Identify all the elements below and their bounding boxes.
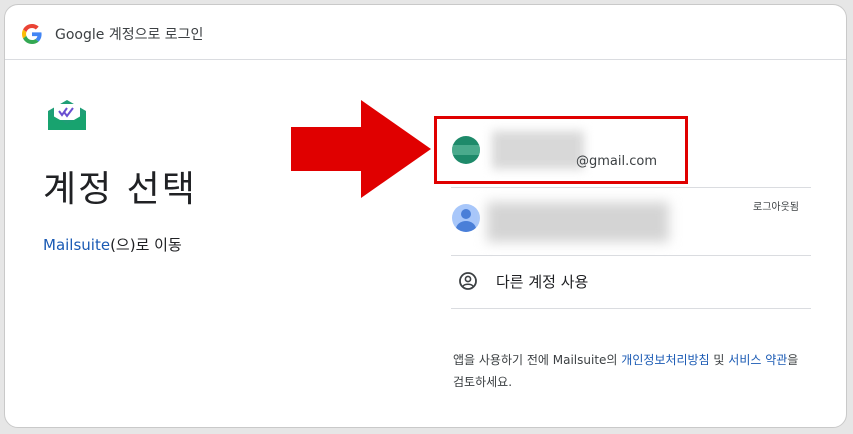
use-another-account-button[interactable]: 다른 계정 사용 xyxy=(451,256,811,308)
redacted-email-name xyxy=(492,131,584,169)
privacy-policy-link[interactable]: 개인정보처리방침 xyxy=(621,353,709,367)
redacted-account-info[interactable] xyxy=(487,202,669,242)
account-avatar[interactable] xyxy=(452,136,480,164)
signed-out-status: 로그아웃됨 xyxy=(753,202,799,213)
account-circle-icon xyxy=(459,272,477,290)
default-person-icon[interactable] xyxy=(452,204,480,232)
mailsuite-envelope-icon xyxy=(48,100,86,130)
google-g-icon xyxy=(22,24,42,44)
header-title: Google 계정으로 로그인 xyxy=(55,27,204,43)
terms-disclaimer: 앱을 사용하기 전에 Mailsuite의 개인정보처리방침 및 서비스 약관을… xyxy=(453,349,813,393)
dialog-header: Google 계정으로 로그인 xyxy=(5,5,846,60)
divider xyxy=(451,187,811,188)
sign-in-dialog: Google 계정으로 로그인 계정 선택 Mailsuite(으)로 이동 @… xyxy=(4,4,847,428)
red-arrow-icon xyxy=(291,100,431,198)
page-heading: 계정 선택 xyxy=(43,169,197,210)
account-email[interactable]: @gmail.com xyxy=(576,154,657,169)
continue-suffix: (으)로 이동 xyxy=(110,236,182,254)
terms-of-service-link[interactable]: 서비스 약관 xyxy=(728,353,787,367)
disclaimer-text: 앱을 사용하기 전에 Mailsuite의 xyxy=(453,353,622,367)
app-name-link[interactable]: Mailsuite xyxy=(43,236,110,254)
use-another-account-label: 다른 계정 사용 xyxy=(496,273,589,291)
disclaimer-text: 및 xyxy=(709,353,729,367)
divider xyxy=(451,308,811,309)
continue-to-app: Mailsuite(으)로 이동 xyxy=(43,234,182,255)
